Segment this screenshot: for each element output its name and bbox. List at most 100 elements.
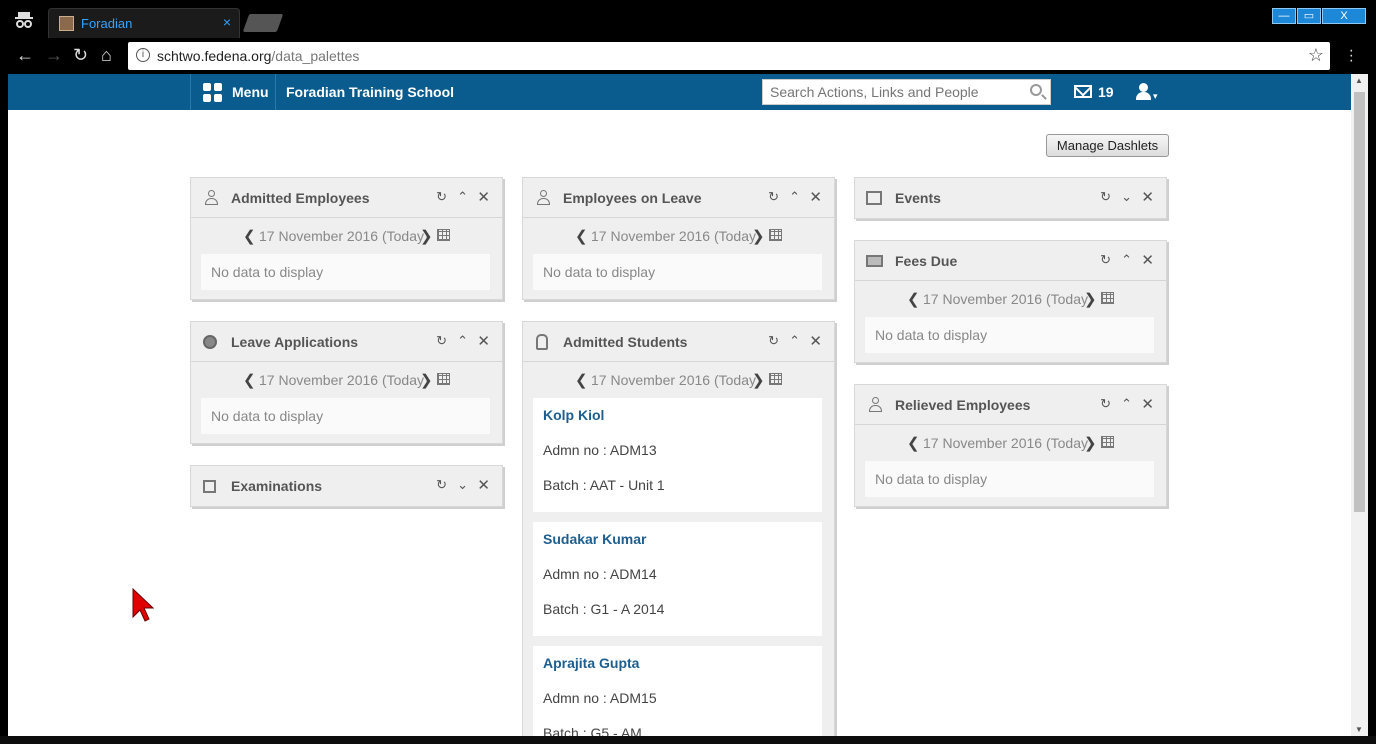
school-name-link[interactable]: Foradian Training School	[286, 84, 454, 100]
next-day-icon[interactable]: ❯	[1084, 434, 1097, 452]
close-icon[interactable]: ✕	[1141, 251, 1154, 269]
refresh-icon[interactable]: ↻	[1100, 252, 1111, 268]
collapse-icon[interactable]: ⌃	[457, 333, 468, 349]
close-icon[interactable]: ✕	[477, 188, 490, 206]
money-icon	[866, 253, 883, 269]
dashlet-title: Events	[895, 190, 941, 206]
dashlet-admitted-students: Admitted Students ↻ ⌃ ✕ ❮ 17 November 20…	[522, 321, 835, 736]
mail-count[interactable]: 19	[1098, 84, 1114, 100]
refresh-icon[interactable]: ↻	[436, 477, 447, 493]
student-name-link[interactable]: Sudakar Kumar	[543, 531, 812, 557]
search-icon[interactable]	[1030, 84, 1042, 96]
dashlet-header: Relieved Employees ↻ ⌃ ✕	[855, 385, 1166, 425]
app-header: Menu Foradian Training School 19 ▾	[8, 74, 1351, 110]
collapse-icon[interactable]: ⌃	[789, 333, 800, 349]
tab-close-icon[interactable]: ×	[223, 14, 231, 30]
calendar-icon[interactable]	[769, 229, 782, 241]
calendar-icon[interactable]	[1101, 436, 1114, 448]
next-day-icon[interactable]: ❯	[1084, 290, 1097, 308]
calendar-icon[interactable]	[437, 373, 450, 385]
pen-icon	[202, 478, 218, 494]
page-scrollbar[interactable]: ▲ ▼	[1351, 74, 1368, 736]
restore-button[interactable]: ▭	[1297, 8, 1321, 24]
student-card: Aprajita Gupta Admn no : ADM15 Batch : G…	[533, 646, 822, 736]
scroll-down-icon[interactable]: ▼	[1355, 725, 1363, 734]
dashlet-fees-due: Fees Due ↻ ⌃ ✕ ❮ 17 November 2016 (Today…	[854, 240, 1167, 363]
refresh-icon[interactable]: ↻	[1100, 396, 1111, 412]
next-day-icon[interactable]: ❯	[752, 227, 765, 245]
refresh-icon[interactable]: ↻	[768, 333, 779, 349]
student-name-link[interactable]: Kolp Kiol	[543, 407, 812, 433]
bookmark-star-icon[interactable]: ☆	[1308, 45, 1324, 66]
tab-strip: Foradian × — ▭ X	[0, 0, 1376, 38]
menu-button[interactable]: Menu	[190, 74, 276, 110]
no-data-message: No data to display	[865, 317, 1154, 353]
address-bar[interactable]: i schtwo.fedena.org/data_palettes ☆	[128, 42, 1330, 70]
prev-day-icon[interactable]: ❮	[575, 227, 588, 245]
collapse-icon[interactable]: ⌃	[457, 189, 468, 205]
date-text: 17 November 2016 (Today)	[591, 372, 761, 388]
calendar-icon[interactable]	[437, 229, 450, 241]
prev-day-icon[interactable]: ❮	[907, 290, 920, 308]
expand-icon[interactable]: ⌄	[1121, 189, 1132, 205]
close-icon[interactable]: ✕	[1141, 395, 1154, 413]
calendar-icon[interactable]	[1101, 292, 1114, 304]
browser-menu-icon[interactable]: · · ·	[1349, 43, 1354, 69]
date-text: 17 November 2016 (Today)	[591, 228, 761, 244]
page-viewport: Menu Foradian Training School 19 ▾ Manag…	[8, 74, 1351, 736]
collapse-icon[interactable]: ⌃	[789, 189, 800, 205]
prev-day-icon[interactable]: ❮	[243, 227, 256, 245]
reload-icon[interactable]: ↻	[73, 46, 88, 64]
refresh-icon[interactable]: ↻	[768, 189, 779, 205]
collapse-icon[interactable]: ⌃	[1121, 396, 1132, 412]
close-icon[interactable]: ✕	[1141, 188, 1154, 206]
browser-tab[interactable]: Foradian ×	[48, 8, 240, 38]
home-icon[interactable]: ⌂	[101, 46, 112, 64]
back-icon[interactable]: ←	[16, 46, 34, 64]
dashlet-title: Leave Applications	[231, 334, 359, 350]
no-data-message: No data to display	[201, 254, 490, 290]
dashlet-title: Admitted Students	[563, 334, 688, 350]
mail-icon[interactable]	[1074, 85, 1092, 98]
refresh-icon[interactable]: ↻	[436, 333, 447, 349]
student-card: Kolp Kiol Admn no : ADM13 Batch : AAT - …	[533, 398, 822, 512]
user-menu[interactable]: ▾	[1136, 83, 1158, 103]
refresh-icon[interactable]: ↻	[1100, 189, 1111, 205]
next-day-icon[interactable]: ❯	[752, 371, 765, 389]
close-icon[interactable]: ✕	[809, 332, 822, 350]
refresh-icon[interactable]: ↻	[436, 189, 447, 205]
next-day-icon[interactable]: ❯	[420, 227, 433, 245]
prev-day-icon[interactable]: ❮	[243, 371, 256, 389]
scroll-up-icon[interactable]: ▲	[1355, 76, 1363, 85]
window-close-button[interactable]: X	[1322, 8, 1366, 24]
expand-icon[interactable]: ⌄	[457, 477, 468, 493]
dashlet-header: Examinations ↻ ⌄ ✕	[191, 466, 502, 506]
new-tab-button[interactable]	[242, 14, 284, 32]
dashlet-relieved-employees: Relieved Employees ↻ ⌃ ✕ ❮ 17 November 2…	[854, 384, 1167, 507]
close-icon[interactable]: ✕	[477, 476, 490, 494]
calendar-icon[interactable]	[769, 373, 782, 385]
manage-dashlets-button[interactable]: Manage Dashlets	[1046, 134, 1169, 157]
prev-day-icon[interactable]: ❮	[907, 434, 920, 452]
dashlet-title: Fees Due	[895, 253, 958, 269]
minimize-button[interactable]: —	[1272, 8, 1296, 24]
menu-label: Menu	[232, 84, 269, 100]
dashlet-events: Events ↻ ⌄ ✕	[854, 177, 1167, 219]
collapse-icon[interactable]: ⌃	[1121, 252, 1132, 268]
site-info-icon[interactable]: i	[136, 48, 150, 62]
close-icon[interactable]: ✕	[477, 332, 490, 350]
close-icon[interactable]: ✕	[809, 188, 822, 206]
mouse-cursor-icon	[132, 588, 154, 622]
forward-icon[interactable]: →	[45, 46, 63, 64]
scrollbar-thumb[interactable]	[1354, 92, 1365, 512]
search-input[interactable]	[763, 80, 1013, 104]
prev-day-icon[interactable]: ❮	[575, 371, 588, 389]
dashlet-header: Admitted Students ↻ ⌃ ✕	[523, 322, 834, 362]
next-day-icon[interactable]: ❯	[420, 371, 433, 389]
student-name-link[interactable]: Aprajita Gupta	[543, 655, 812, 681]
dashlet-leave-applications: Leave Applications ↻ ⌃ ✕ ❮ 17 November 2…	[190, 321, 503, 444]
taskbar	[0, 736, 1376, 744]
browser-toolbar: ← → ↻ ⌂ i schtwo.fedena.org/data_palette…	[0, 38, 1376, 74]
chevron-down-icon: ▾	[1153, 91, 1158, 101]
dashlet-header: Fees Due ↻ ⌃ ✕	[855, 241, 1166, 281]
